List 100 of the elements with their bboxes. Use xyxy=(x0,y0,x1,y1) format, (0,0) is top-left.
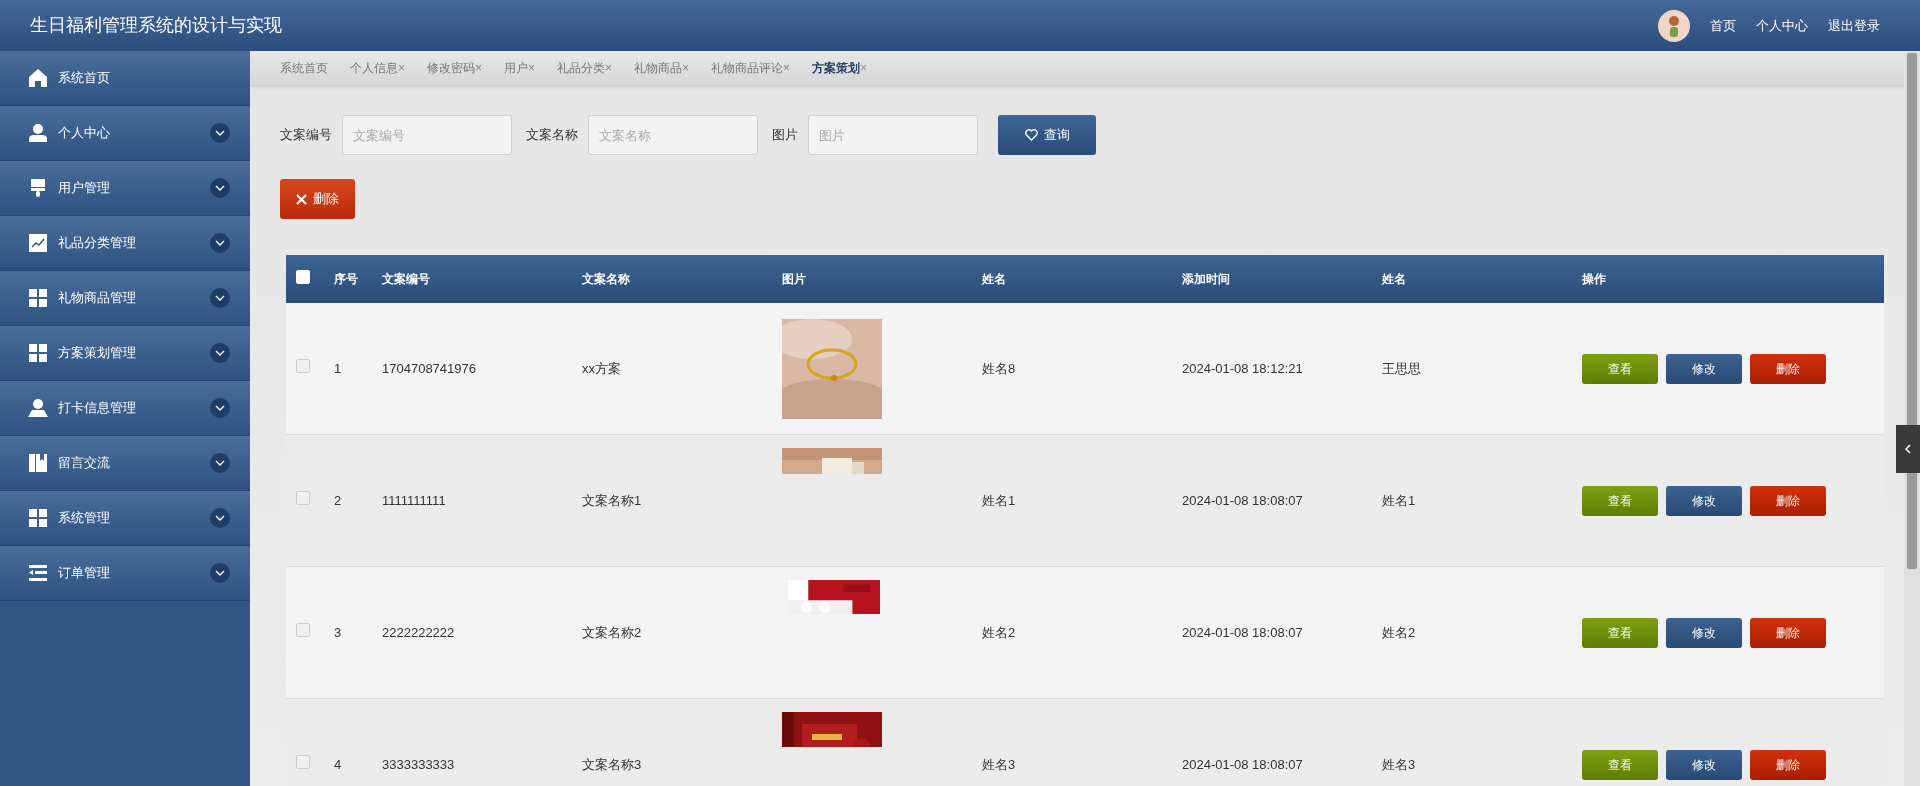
delete-button[interactable]: 删除 xyxy=(280,179,355,219)
avatar-icon xyxy=(1658,9,1690,42)
field-label: 图片 xyxy=(772,126,798,145)
header-link[interactable]: 个人中心 xyxy=(1756,15,1808,36)
table-cell: 姓名2 xyxy=(1382,624,1416,640)
sidebar-item[interactable]: 系统首页 xyxy=(0,51,250,106)
collapse-button[interactable] xyxy=(1896,425,1920,473)
tab[interactable]: 修改密码× xyxy=(427,59,483,77)
table-cell: 1 xyxy=(334,360,342,376)
sidebar-label: 打卡信息管理 xyxy=(58,399,137,418)
book-icon xyxy=(28,453,48,473)
grid-icon xyxy=(28,343,48,363)
table-cell: 姓名2 xyxy=(982,624,1016,640)
sidebar-item[interactable]: 个人中心 xyxy=(0,106,250,161)
search-button[interactable]: 查询 xyxy=(998,115,1096,155)
brush-icon xyxy=(28,178,48,198)
delete-button[interactable]: 删除 xyxy=(1750,617,1826,648)
header-link[interactable]: 退出登录 xyxy=(1828,15,1880,36)
column-header: 添加时间 xyxy=(1182,272,1230,286)
column-header: 操作 xyxy=(1582,272,1606,286)
table-cell: 4 xyxy=(334,756,342,772)
edit-button[interactable]: 修改 xyxy=(1666,617,1742,648)
checkbox[interactable] xyxy=(296,754,310,769)
view-button[interactable]: 查看 xyxy=(1582,749,1658,780)
checkbox[interactable] xyxy=(296,358,310,373)
sidebar-label: 礼物商品管理 xyxy=(58,289,137,308)
field-label: 文案名称 xyxy=(526,126,578,145)
tab[interactable]: 个人信息× xyxy=(350,59,405,77)
input-field[interactable]: 图片 xyxy=(808,115,978,155)
sidebar-item[interactable]: 用户管理 xyxy=(0,161,250,216)
table-cell: 姓名1 xyxy=(1382,492,1416,508)
tab[interactable]: 礼物商品× xyxy=(634,59,690,77)
tab[interactable]: 系统首页 xyxy=(280,59,328,77)
input-field[interactable]: 文案名称 xyxy=(588,115,758,155)
column-header: 姓名 xyxy=(982,272,1006,286)
edit-button[interactable]: 修改 xyxy=(1666,749,1742,780)
edit-button[interactable]: 修改 xyxy=(1666,353,1742,384)
table-cell: 3333333333 xyxy=(382,756,455,772)
header-link[interactable]: 首页 xyxy=(1710,15,1736,36)
heart-icon xyxy=(1024,129,1038,141)
view-button[interactable]: 查看 xyxy=(1582,485,1658,516)
view-button[interactable]: 查看 xyxy=(1582,353,1658,384)
table-cell: 2024-01-08 18:08:07 xyxy=(1182,624,1303,640)
sidebar-label: 个人中心 xyxy=(58,124,111,143)
chart-icon xyxy=(28,233,48,253)
table-cell: 姓名1 xyxy=(982,492,1016,508)
user-icon xyxy=(28,398,48,418)
grid-icon xyxy=(28,508,48,528)
sidebar-item[interactable]: 方案策划管理 xyxy=(0,326,250,381)
home-icon xyxy=(28,68,48,88)
table-cell: 1704708741976 xyxy=(382,360,476,376)
sidebar-item[interactable]: 礼物商品管理 xyxy=(0,271,250,326)
tab[interactable]: 礼品分类× xyxy=(557,59,613,77)
table-cell: 姓名3 xyxy=(1382,756,1416,772)
tab[interactable]: 用户× xyxy=(504,59,536,77)
table-cell: 2024-01-08 18:08:07 xyxy=(1182,492,1303,508)
table-cell: 2 xyxy=(334,492,342,508)
view-button[interactable]: 查看 xyxy=(1582,617,1658,648)
column-header: 姓名 xyxy=(1382,272,1406,286)
checkbox[interactable] xyxy=(296,490,310,505)
sidebar-label: 礼品分类管理 xyxy=(58,234,137,253)
sidebar-item[interactable]: 打卡信息管理 xyxy=(0,381,250,436)
delete-button[interactable]: 删除 xyxy=(1750,749,1826,780)
column-header: 文案名称 xyxy=(582,272,630,286)
table-cell: 1111111111 xyxy=(382,492,446,508)
edit-button[interactable]: 修改 xyxy=(1666,485,1742,516)
table-cell: xx方案 xyxy=(582,360,621,376)
table-cell: 王思思 xyxy=(1382,360,1421,376)
delete-button[interactable]: 删除 xyxy=(1750,485,1826,516)
field-label: 文案编号 xyxy=(280,126,332,145)
close-icon xyxy=(296,193,307,205)
tab[interactable]: 方案策划× xyxy=(812,59,868,77)
app-title: 生日福利管理系统的设计与实现 xyxy=(30,14,282,37)
sidebar-item[interactable]: 订单管理 xyxy=(0,546,250,601)
column-header: 序号 xyxy=(334,272,358,286)
checkbox[interactable] xyxy=(296,622,310,637)
table-cell: 文案名称3 xyxy=(582,756,642,772)
sidebar-label: 方案策划管理 xyxy=(58,344,137,363)
sidebar-item[interactable]: 礼品分类管理 xyxy=(0,216,250,271)
table-cell: 姓名3 xyxy=(982,756,1016,772)
person-icon xyxy=(28,123,48,143)
sidebar-item[interactable]: 系统管理 xyxy=(0,491,250,546)
tab[interactable]: 礼物商品评论× xyxy=(711,59,791,77)
table-cell: 文案名称1 xyxy=(582,492,642,508)
table-cell: 2024-01-08 18:12:21 xyxy=(1182,360,1303,376)
grid-icon xyxy=(28,288,48,308)
sidebar-label: 用户管理 xyxy=(58,179,111,198)
sidebar-label: 留言交流 xyxy=(58,454,111,473)
delete-button[interactable]: 删除 xyxy=(1750,353,1826,384)
input-field[interactable]: 文案编号 xyxy=(342,115,512,155)
table-cell: 2024-01-08 18:08:07 xyxy=(1182,756,1303,772)
chevron-left-icon xyxy=(1904,444,1912,454)
column-header: 文案编号 xyxy=(382,272,430,286)
table-cell: 3 xyxy=(334,624,342,640)
column-header: 图片 xyxy=(782,272,806,286)
table-cell: 文案名称2 xyxy=(582,624,642,640)
sidebar-label: 订单管理 xyxy=(58,564,111,583)
sidebar-label: 系统管理 xyxy=(58,509,111,528)
sidebar-item[interactable]: 留言交流 xyxy=(0,436,250,491)
table-cell: 姓名8 xyxy=(982,360,1016,376)
